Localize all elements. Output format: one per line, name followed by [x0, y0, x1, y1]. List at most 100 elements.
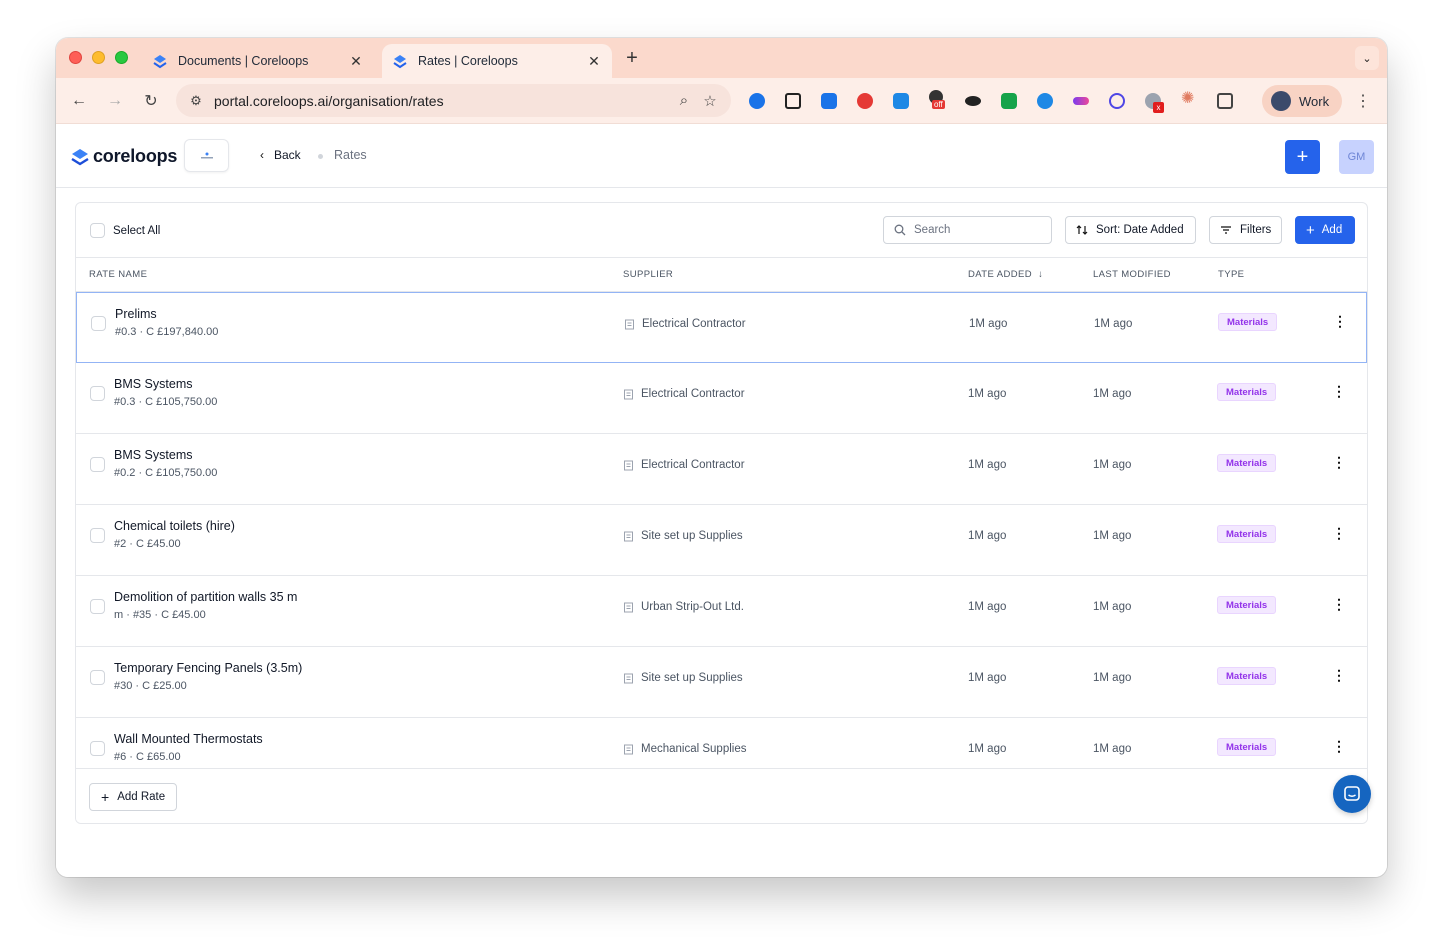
supplier-cell: Site set up Supplies [623, 530, 743, 542]
orbit-icon[interactable] [1109, 93, 1125, 109]
date-added: 1M ago [968, 601, 1007, 613]
row-menu-icon[interactable]: ⋮ [1332, 738, 1346, 755]
type-badge: Materials [1217, 667, 1277, 685]
row-checkbox[interactable] [90, 670, 105, 685]
table-row[interactable]: BMS Systems #0.2 · C £105,750.00 Electri… [76, 434, 1367, 505]
select-all-label: Select All [113, 224, 161, 237]
column-rate-name[interactable]: RATE NAME [89, 269, 147, 280]
checkbox[interactable] [90, 223, 105, 238]
date-added: 1M ago [968, 743, 1007, 755]
select-all-checkbox[interactable]: Select All [90, 223, 160, 238]
pokeball-icon[interactable] [857, 93, 873, 109]
row-menu-icon[interactable]: ⋮ [1333, 313, 1347, 330]
row-checkbox[interactable] [90, 386, 105, 401]
column-type[interactable]: TYPE [1218, 269, 1244, 280]
supplier-name: Electrical Contractor [641, 388, 745, 400]
download-icon[interactable] [893, 93, 909, 109]
close-window-button[interactable] [69, 51, 82, 64]
table-row[interactable]: Demolition of partition walls 35 m m · #… [76, 576, 1367, 647]
1password-icon[interactable] [749, 93, 765, 109]
reload-icon[interactable]: ↻ [139, 89, 163, 113]
last-modified: 1M ago [1093, 743, 1132, 755]
rate-details: #6 · C £65.00 [114, 751, 181, 763]
add-button[interactable]: + Add [1295, 216, 1355, 244]
create-new-button[interactable]: + [1285, 140, 1320, 174]
waveform-icon[interactable] [1073, 97, 1089, 105]
row-checkbox[interactable] [90, 457, 105, 472]
row-checkbox[interactable] [91, 316, 106, 331]
table-row[interactable]: Temporary Fencing Panels (3.5m) #30 · C … [76, 647, 1367, 718]
row-checkbox[interactable] [90, 741, 105, 756]
rates-card: Select All Search Sort: Date Added Filte… [75, 202, 1368, 824]
puck-icon[interactable] [965, 96, 981, 106]
claude-icon[interactable]: ✺ [1181, 91, 1197, 107]
tab-search-chevron-icon[interactable]: ⌄ [1355, 46, 1379, 70]
rate-name: Wall Mounted Thermostats [114, 732, 263, 746]
table-row[interactable]: BMS Systems #0.3 · C £105,750.00 Electri… [76, 363, 1367, 434]
row-menu-icon[interactable]: ⋮ [1332, 596, 1346, 613]
row-checkbox[interactable] [90, 528, 105, 543]
add-rate-button[interactable]: + Add Rate [89, 783, 177, 811]
brand-logo[interactable]: coreloops [70, 146, 177, 167]
grammarly-icon[interactable] [1037, 93, 1053, 109]
chat-bubble-icon [1344, 786, 1360, 801]
bookmark-star-icon[interactable]: ☆ [697, 92, 723, 110]
chat-support-button[interactable] [1333, 775, 1371, 813]
back-arrow-icon[interactable]: ← [67, 89, 91, 113]
snowflake-icon[interactable] [821, 93, 837, 109]
tab-title: Documents | Coreloops [178, 54, 309, 68]
organisation-switcher[interactable] [184, 139, 229, 172]
site-settings-icon[interactable]: ⚙ [186, 93, 206, 109]
rate-details: #2 · C £45.00 [114, 538, 181, 550]
row-menu-icon[interactable]: ⋮ [1332, 454, 1346, 471]
zoom-icon[interactable]: ⌕ [671, 92, 697, 109]
row-checkbox[interactable] [90, 599, 105, 614]
back-link[interactable]: ‹ Back [260, 148, 301, 162]
table-row[interactable]: Chemical toilets (hire) #2 · C £45.00 Si… [76, 505, 1367, 576]
table-row[interactable]: Prelims #0.3 · C £197,840.00 Electrical … [76, 292, 1367, 363]
zoom-window-button[interactable] [115, 51, 128, 64]
minimize-window-button[interactable] [92, 51, 105, 64]
puzzle-icon[interactable] [1217, 93, 1233, 109]
tab-documents[interactable]: Documents | Coreloops ✕ [142, 44, 374, 78]
profile-label: Work [1299, 93, 1330, 109]
new-tab-button[interactable]: + [622, 48, 642, 68]
date-added: 1M ago [968, 459, 1007, 471]
script-icon[interactable] [785, 93, 801, 109]
address-bar[interactable]: ⚙ portal.coreloops.ai/organisation/rates… [176, 84, 731, 117]
last-modified: 1M ago [1093, 530, 1132, 542]
close-tab-icon[interactable]: ✕ [346, 53, 366, 70]
profile-avatar [1271, 91, 1291, 111]
table-row[interactable]: Wall Mounted Thermostats #6 · C £65.00 M… [76, 718, 1367, 768]
forward-arrow-icon[interactable]: → [103, 89, 127, 113]
search-input[interactable]: Search [883, 216, 1052, 244]
building-icon [624, 389, 633, 399]
column-supplier[interactable]: SUPPLIER [623, 269, 673, 280]
supplier-cell: Electrical Contractor [623, 459, 745, 471]
rate-details: #30 · C £25.00 [114, 680, 187, 692]
coreloops-logo-icon [71, 148, 89, 165]
column-last-modified[interactable]: LAST MODIFIED [1093, 269, 1171, 280]
type-badge: Materials [1217, 383, 1277, 401]
last-modified: 1M ago [1094, 318, 1133, 330]
sort-arrows-icon [1076, 225, 1088, 235]
tab-rates[interactable]: Rates | Coreloops ✕ [382, 44, 612, 78]
table-header: RATE NAME SUPPLIER DATE ADDED ↓ LAST MOD… [76, 258, 1367, 292]
profile-button[interactable]: Work [1262, 85, 1342, 117]
row-menu-icon[interactable]: ⋮ [1332, 383, 1346, 400]
rate-name: BMS Systems [114, 377, 193, 391]
sort-button[interactable]: Sort: Date Added [1065, 216, 1196, 244]
row-menu-icon[interactable]: ⋮ [1332, 525, 1346, 542]
tab-strip: Documents | Coreloops ✕ Rates | Coreloop… [56, 38, 1387, 78]
green-a-icon[interactable] [1001, 93, 1017, 109]
breadcrumb-separator [318, 154, 323, 159]
browser-menu-icon[interactable]: ⋮ [1355, 91, 1371, 111]
supplier-name: Site set up Supplies [641, 672, 743, 684]
user-avatar[interactable]: GM [1339, 140, 1374, 174]
supplier-name: Site set up Supplies [641, 530, 743, 542]
filters-button[interactable]: Filters [1209, 216, 1282, 244]
url-text[interactable]: portal.coreloops.ai/organisation/rates [214, 93, 671, 109]
column-date-added[interactable]: DATE ADDED ↓ [968, 269, 1043, 280]
close-tab-icon[interactable]: ✕ [584, 53, 604, 70]
row-menu-icon[interactable]: ⋮ [1332, 667, 1346, 684]
